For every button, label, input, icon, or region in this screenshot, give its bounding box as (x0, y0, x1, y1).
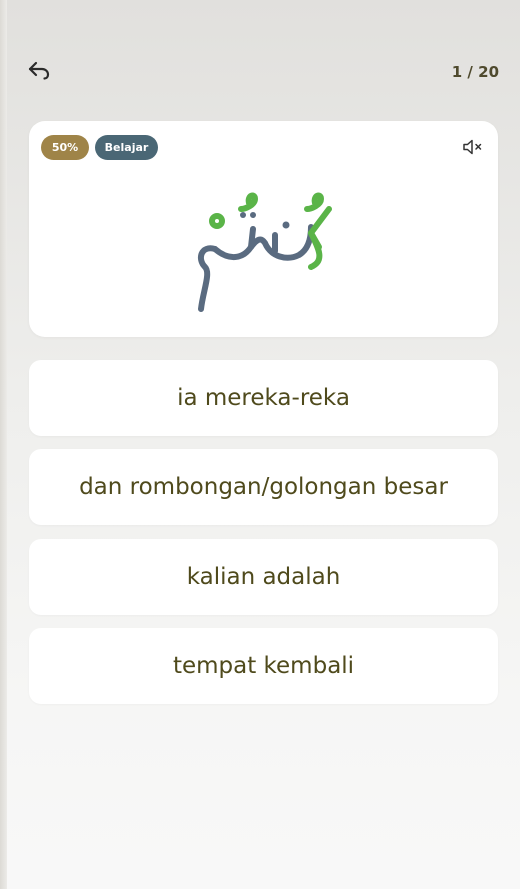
undo-arrow-icon (28, 61, 50, 80)
answer-option-1[interactable]: ia mereka-reka (29, 360, 498, 436)
speaker-muted-icon (463, 139, 482, 155)
arabic-word-calligraphy (197, 192, 332, 312)
mute-button[interactable] (462, 138, 484, 156)
arabic-word (29, 179, 498, 319)
answer-option-2[interactable]: dan rombongan/golongan besar (29, 449, 498, 525)
progress-counter: 1 / 20 (451, 63, 499, 81)
percent-badge: 50% (41, 135, 89, 160)
header: 1 / 20 (0, 0, 520, 140)
answer-option-3[interactable]: kalian adalah (29, 539, 498, 615)
word-card: 50% Belajar (29, 121, 498, 337)
back-button[interactable] (24, 56, 54, 84)
mode-badge: Belajar (95, 135, 158, 160)
answer-option-4[interactable]: tempat kembali (29, 628, 498, 704)
